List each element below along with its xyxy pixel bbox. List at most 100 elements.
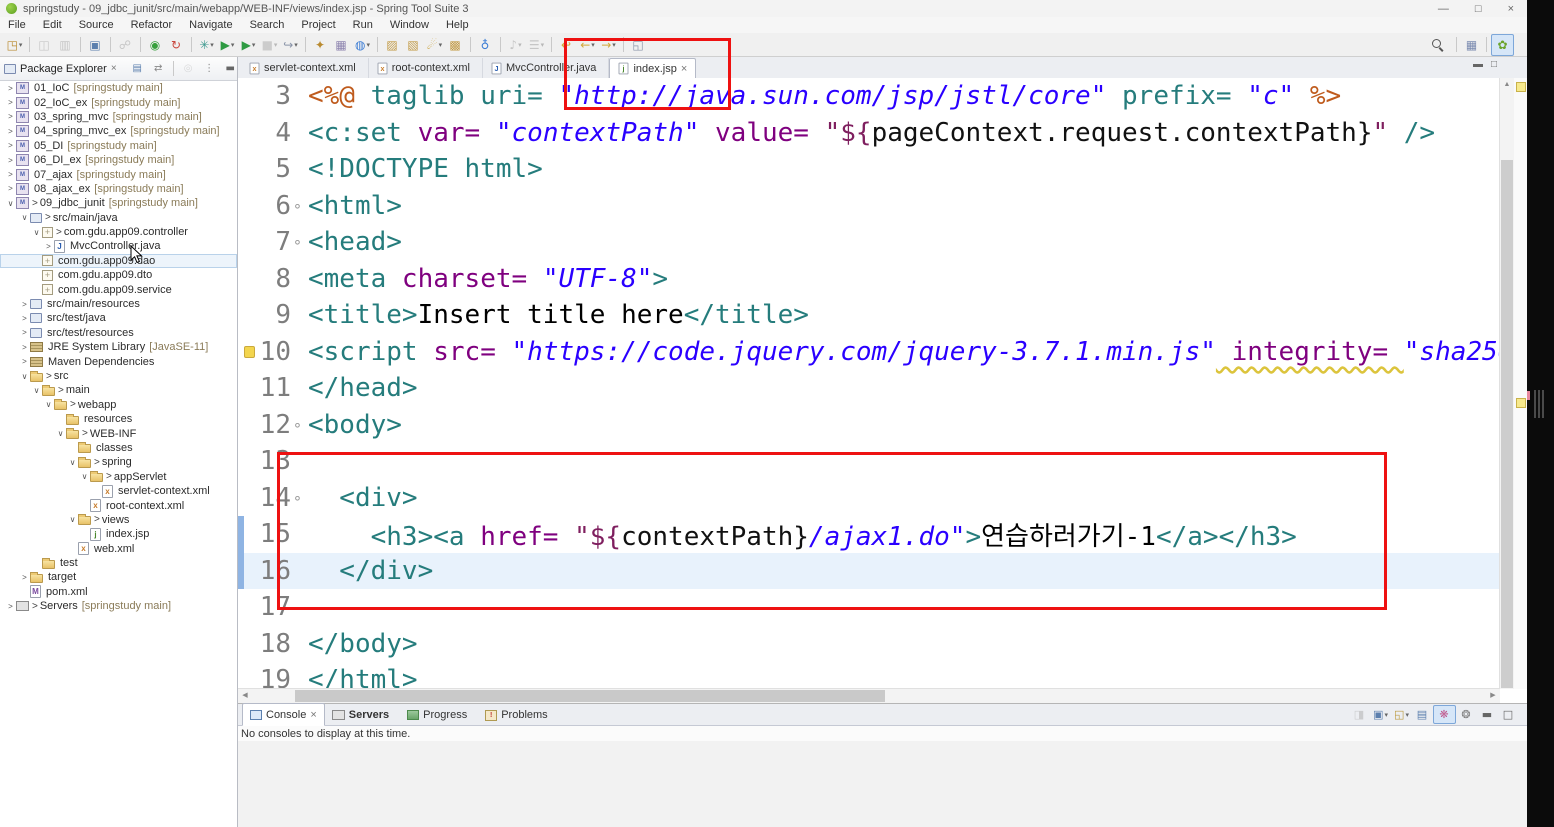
- tree-item[interactable]: ∨ > src: [0, 369, 237, 383]
- search-icon[interactable]: [1431, 38, 1452, 52]
- tree-item[interactable]: + com.gdu.app09.dao: [0, 253, 237, 269]
- annotation-nav-icon[interactable]: ☰ ▾: [526, 35, 547, 55]
- chevron-icon[interactable]: >: [5, 98, 16, 107]
- menu-item[interactable]: Search: [250, 19, 285, 31]
- chevron-icon[interactable]: >: [19, 573, 30, 582]
- chevron-icon[interactable]: >: [19, 357, 30, 366]
- tab-console[interactable]: Console ×: [242, 703, 325, 726]
- tree-item[interactable]: ∨ > main: [0, 383, 237, 397]
- chevron-icon[interactable]: >: [19, 300, 30, 309]
- code-text[interactable]: <title>Insert title here</title>: [304, 300, 809, 330]
- tab-mvccontroller-java[interactable]: J MvcController.java: [483, 58, 610, 78]
- vertical-scrollbar[interactable]: ▲: [1499, 78, 1514, 689]
- chevron-icon[interactable]: ∨: [67, 458, 78, 467]
- chevron-icon[interactable]: >: [19, 343, 30, 352]
- dropdown-arrow-icon[interactable]: ▾: [210, 41, 214, 49]
- spring-perspective-icon[interactable]: ✿: [1491, 33, 1514, 56]
- pin-console-icon[interactable]: ◨: [1349, 706, 1370, 723]
- browser-icon[interactable]: ◍ ▾: [352, 35, 373, 55]
- restore-window-icon[interactable]: □: [1475, 3, 1482, 15]
- dropdown-arrow-icon[interactable]: ▾: [231, 41, 235, 49]
- forward-icon[interactable]: → ▾: [598, 35, 619, 55]
- tree-item[interactable]: > M 01_IoC [springstudy main]: [0, 81, 237, 95]
- tab-servlet-context-xml[interactable]: x servlet-context.xml: [241, 58, 369, 78]
- tree-item[interactable]: > M 04_spring_mvc_ex [springstudy main]: [0, 124, 237, 138]
- tab-problems[interactable]: ! Problems: [478, 705, 558, 725]
- tree-item[interactable]: ∨ > views: [0, 513, 237, 527]
- open-console-icon[interactable]: ◱ ▾: [1391, 706, 1412, 723]
- tree-item[interactable]: > M 07_ajax [springstudy main]: [0, 167, 237, 181]
- run-history-icon[interactable]: ↪ ▾: [280, 35, 301, 55]
- display-console-icon[interactable]: ▣ ▾: [1370, 706, 1391, 723]
- tree-item[interactable]: > src/test/resources: [0, 326, 237, 340]
- view-menu-icon[interactable]: ⋮: [199, 61, 220, 77]
- settings-gear-icon[interactable]: ❂: [1456, 706, 1477, 723]
- import-icon[interactable]: ▩: [445, 35, 466, 55]
- dropdown-arrow-icon[interactable]: ▾: [1384, 711, 1388, 719]
- view-title[interactable]: Package Explorer: [20, 63, 107, 75]
- chevron-icon[interactable]: >: [5, 112, 16, 121]
- horizontal-scrollbar-thumb[interactable]: [295, 690, 885, 702]
- separator[interactable]: [1456, 37, 1457, 52]
- save-all-icon[interactable]: ▥: [55, 35, 76, 55]
- menu-item[interactable]: Source: [79, 19, 114, 31]
- tree-item[interactable]: x web.xml: [0, 542, 237, 556]
- menu-item[interactable]: Run: [353, 19, 373, 31]
- dropdown-arrow-icon[interactable]: ▾: [518, 41, 522, 49]
- close-icon[interactable]: ×: [111, 63, 117, 74]
- menu-item[interactable]: Refactor: [131, 19, 173, 31]
- activate-console-icon[interactable]: ❋: [1433, 705, 1456, 724]
- run-icon[interactable]: ▶ ▾: [217, 35, 238, 55]
- tree-item[interactable]: + com.gdu.app09.dto: [0, 268, 237, 282]
- boot-dashboard-icon[interactable]: ◉: [145, 35, 166, 55]
- tab-progress[interactable]: Progress: [400, 705, 478, 725]
- fold-marker-icon[interactable]: ∘: [291, 489, 304, 507]
- tab-root-context-xml[interactable]: x root-context.xml: [369, 58, 483, 78]
- tree-item[interactable]: + com.gdu.app09.service: [0, 282, 237, 296]
- separator[interactable]: [1486, 37, 1487, 52]
- tab-index-jsp[interactable]: j index.jsp ×: [609, 58, 697, 79]
- tree-item[interactable]: resources: [0, 412, 237, 426]
- profile-icon[interactable]: ▶ ▾: [238, 35, 259, 55]
- dropdown-arrow-icon[interactable]: ▾: [19, 41, 23, 49]
- code-text[interactable]: </head>: [304, 373, 418, 403]
- collapse-all-icon[interactable]: ▤: [127, 61, 148, 77]
- code-text[interactable]: <script src= "https://code.jquery.com/jq…: [304, 337, 1500, 367]
- code-text[interactable]: <meta charset= "UTF-8">: [304, 264, 668, 294]
- tree-item[interactable]: ∨ M > 09_jdbc_junit [springstudy main]: [0, 196, 237, 210]
- dropdown-arrow-icon[interactable]: ▾: [1405, 711, 1409, 719]
- chevron-icon[interactable]: ∨: [19, 213, 30, 222]
- code-text[interactable]: <%@ taglib uri= "http://java.sun.com/jsp…: [304, 81, 1341, 111]
- debug-icon[interactable]: ✳ ▾: [196, 35, 217, 55]
- chevron-icon[interactable]: >: [19, 314, 30, 323]
- tree-item[interactable]: > J MvcController.java: [0, 239, 237, 253]
- separator[interactable]: [500, 37, 501, 52]
- save-icon[interactable]: ◫: [34, 35, 55, 55]
- tree-item[interactable]: M pom.xml: [0, 585, 237, 599]
- chevron-icon[interactable]: >: [5, 170, 16, 179]
- tree-item[interactable]: > M 02_IoC_ex [springstudy main]: [0, 95, 237, 109]
- web-globe-icon[interactable]: ♁: [475, 35, 496, 55]
- separator[interactable]: [305, 37, 306, 52]
- pin-editor-icon[interactable]: ☍: [115, 35, 136, 55]
- chevron-icon[interactable]: >: [5, 84, 16, 93]
- link-editor-icon[interactable]: ⇄: [148, 61, 169, 77]
- close-icon[interactable]: ×: [310, 709, 316, 721]
- tree-item[interactable]: > src/test/java: [0, 311, 237, 325]
- code-text[interactable]: <body>: [304, 410, 402, 440]
- tree-item[interactable]: x servlet-context.xml: [0, 484, 237, 498]
- menu-item[interactable]: Project: [301, 19, 335, 31]
- tree-item[interactable]: > src/main/resources: [0, 297, 237, 311]
- focus-icon[interactable]: ◎: [178, 61, 199, 77]
- open-resource-icon[interactable]: ▧: [403, 35, 424, 55]
- separator[interactable]: [29, 37, 30, 52]
- chevron-icon[interactable]: >: [5, 141, 16, 150]
- chevron-icon[interactable]: ∨: [19, 372, 30, 381]
- tree-item[interactable]: ∨ > webapp: [0, 398, 237, 412]
- code-text[interactable]: <h3><a href= "${contextPath}/ajax1.do">연…: [304, 516, 1297, 553]
- plugin-icon[interactable]: ▦: [331, 35, 352, 55]
- tree-item[interactable]: > Maven Dependencies: [0, 354, 237, 368]
- code-text[interactable]: <html>: [304, 191, 402, 221]
- stop-icon[interactable]: ■ ▾: [259, 35, 280, 55]
- minimize-panel-icon[interactable]: ▬: [1477, 706, 1498, 723]
